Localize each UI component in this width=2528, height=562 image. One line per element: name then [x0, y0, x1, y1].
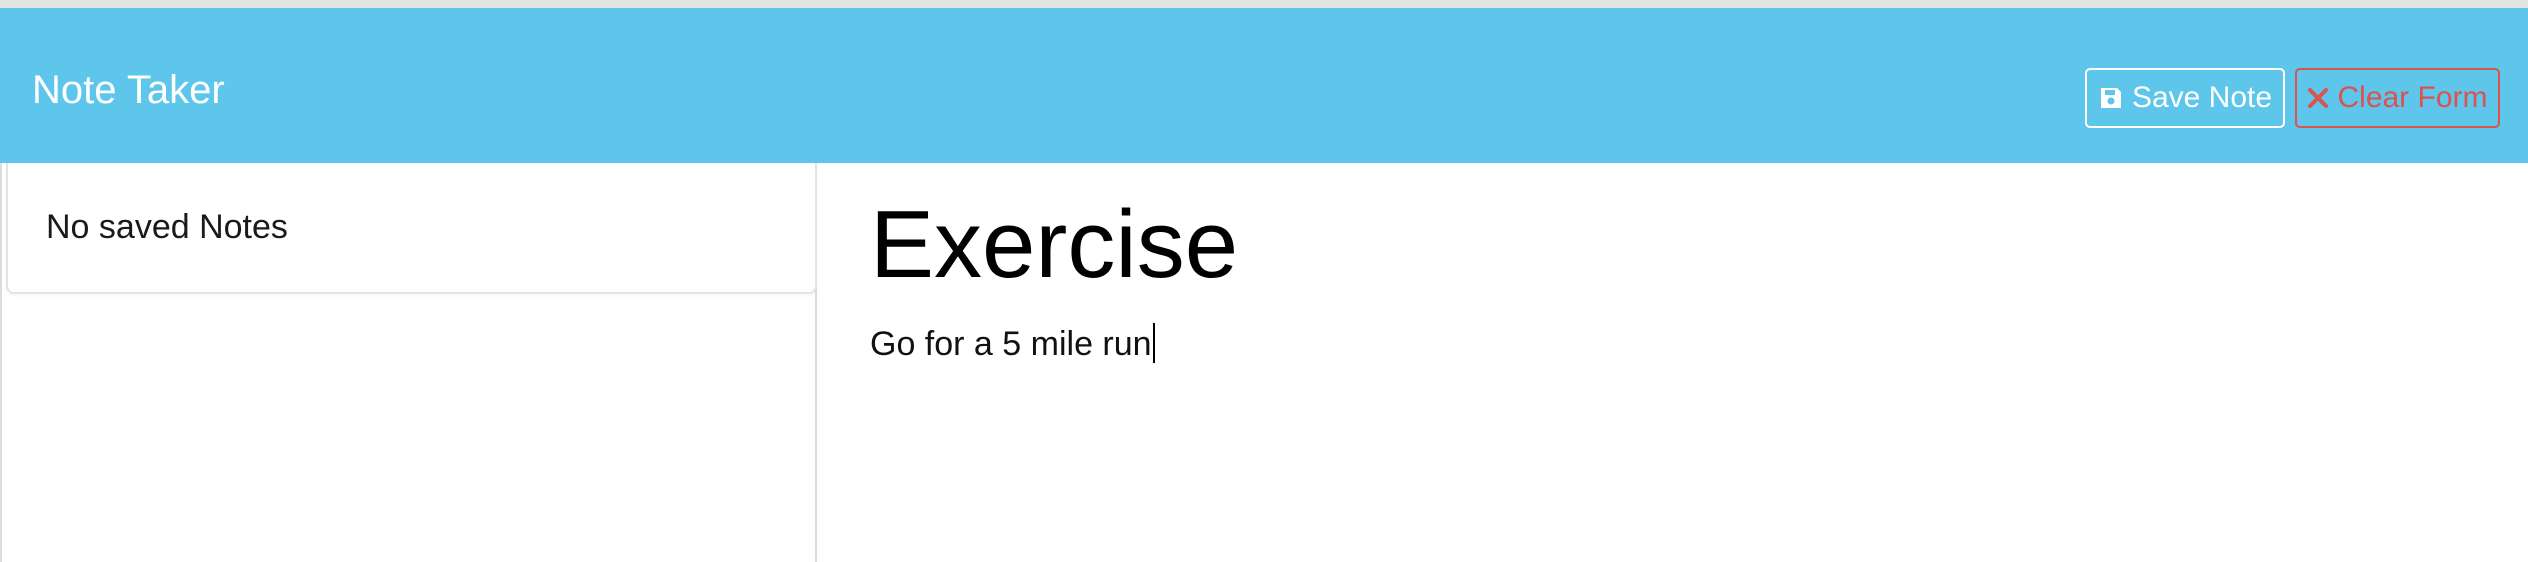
navbar: Note Taker Save Note Clear Form: [0, 8, 2528, 163]
window-top-strip: [0, 0, 2528, 8]
close-icon: [2307, 87, 2329, 109]
brand-title[interactable]: Note Taker: [32, 66, 225, 114]
clear-form-button[interactable]: Clear Form: [2295, 68, 2500, 128]
notes-list: No saved Notes: [6, 163, 817, 294]
note-text: Go for a 5 mile run: [870, 325, 1152, 363]
save-note-button[interactable]: Save Note: [2085, 68, 2285, 128]
save-note-label: Save Note: [2131, 81, 2273, 114]
text-caret: [1152, 323, 1155, 363]
notes-sidebar: No saved Notes: [0, 163, 817, 562]
note-text-area[interactable]: Go for a 5 mile run: [870, 322, 1155, 366]
save-icon: [2098, 85, 2124, 111]
note-title-input[interactable]: [870, 190, 2470, 300]
clear-form-label: Clear Form: [2337, 81, 2488, 114]
empty-notes-message: No saved Notes: [46, 208, 288, 246]
